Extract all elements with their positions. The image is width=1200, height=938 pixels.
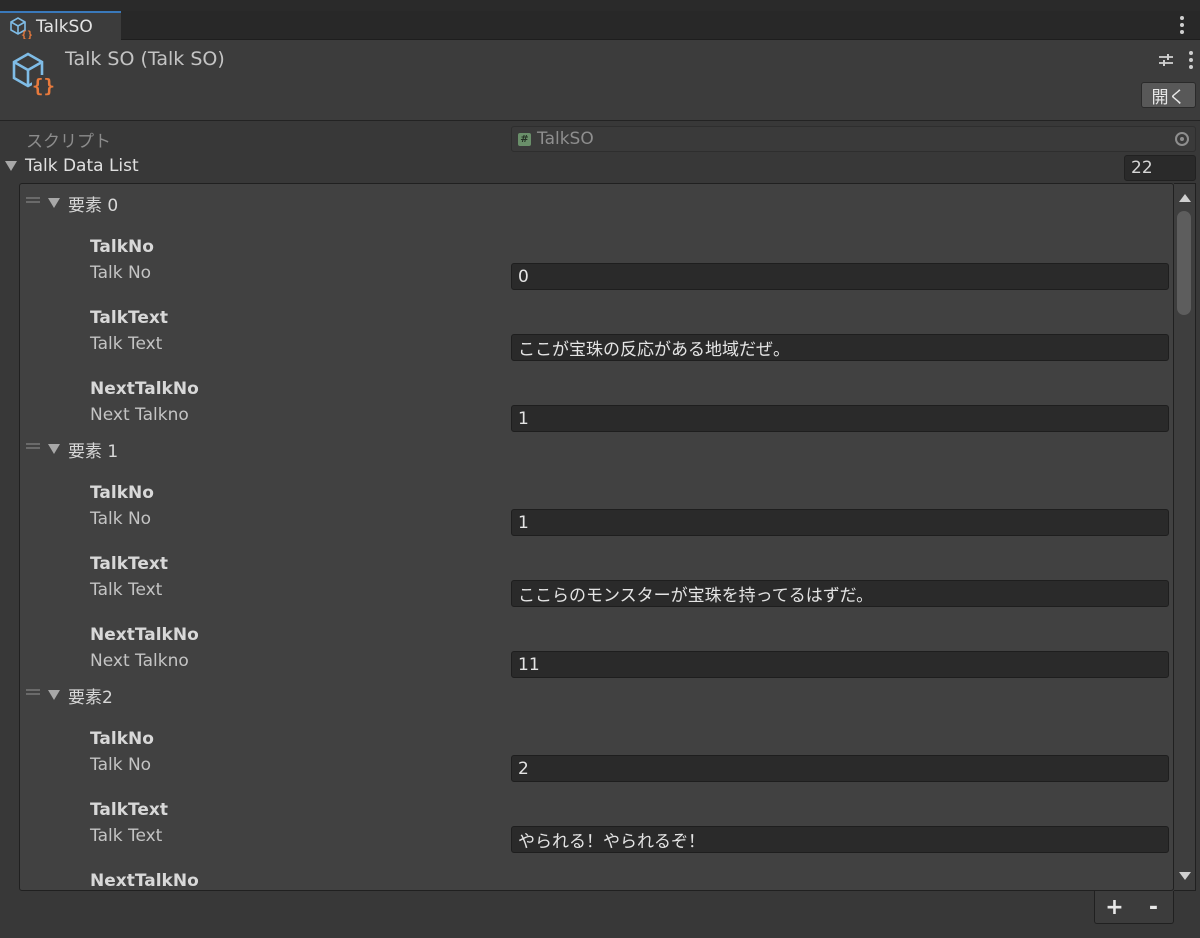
field-label: Talk Text: [90, 826, 163, 846]
csharp-script-icon: #: [518, 132, 531, 146]
drag-handle-icon[interactable]: [26, 197, 40, 203]
list-container: 要素 0 TalkNo Talk No 0 TalkText Talk Text…: [19, 183, 1174, 891]
inspector-header: {} Talk SO (Talk SO) 開く: [0, 40, 1200, 121]
script-label: スクリプト: [26, 132, 111, 152]
field-label: Talk No: [90, 509, 152, 529]
field-talktext: TalkText Talk Text ここらのモンスターが宝珠を持ってるはずだ。: [20, 554, 1173, 625]
field-talkno: TalkNo Talk No 0: [20, 237, 1173, 308]
header-menu-icon[interactable]: [1183, 50, 1199, 70]
field-label: Talk Text: [90, 334, 163, 354]
drag-handle-icon[interactable]: [26, 689, 40, 695]
drag-handle-icon[interactable]: [26, 443, 40, 449]
talk-no-input[interactable]: 0: [511, 263, 1169, 290]
talk-no-input[interactable]: 2: [511, 755, 1169, 782]
scroll-down-icon[interactable]: [1179, 872, 1191, 880]
field-header: TalkNo: [90, 483, 154, 503]
field-talkno: TalkNo Talk No 1: [20, 483, 1173, 554]
field-label: Talk No: [90, 755, 152, 775]
field-header: TalkNo: [90, 237, 154, 257]
talk-no-input[interactable]: 1: [511, 509, 1169, 536]
scriptable-object-icon: {}: [12, 52, 55, 96]
talk-text-input[interactable]: やられる！やられるぞ！: [511, 826, 1169, 853]
svg-text:{}: {}: [21, 30, 32, 39]
vertical-scrollbar[interactable]: [1174, 183, 1196, 891]
field-talkno: TalkNo Talk No 2: [20, 729, 1173, 800]
element-label: 要素2: [68, 688, 113, 708]
top-strip: [0, 0, 1200, 11]
field-header: TalkNo: [90, 729, 154, 749]
field-nexttalkno: NextTalkNo: [20, 871, 1173, 891]
field-header: TalkText: [90, 800, 168, 820]
open-button[interactable]: 開く: [1141, 82, 1196, 108]
list-label: Talk Data List: [25, 156, 139, 176]
element-foldout-icon[interactable]: [48, 198, 60, 208]
element-label: 要素 1: [68, 442, 119, 462]
element-foldout-icon[interactable]: [48, 444, 60, 454]
field-label: Talk No: [90, 263, 152, 283]
field-talktext: TalkText Talk Text やられる！やられるぞ！: [20, 800, 1173, 871]
list-element: 要素 1 TalkNo Talk No 1 TalkText Talk Text…: [20, 430, 1173, 678]
foldout-arrow-icon: [5, 161, 17, 171]
tab-bar: {} TalkSO: [0, 11, 1200, 40]
script-value: TalkSO: [537, 129, 594, 149]
scroll-up-icon[interactable]: [1179, 194, 1191, 202]
list-footer: + -: [1094, 891, 1174, 924]
talk-data-list-foldout[interactable]: Talk Data List: [5, 156, 139, 176]
list-size-field[interactable]: 22: [1124, 155, 1196, 181]
field-header: TalkText: [90, 308, 168, 328]
field-header: NextTalkNo: [90, 871, 199, 891]
script-field[interactable]: # TalkSO: [511, 126, 1196, 152]
element-label: 要素 0: [68, 196, 119, 216]
list-element: 要素 0 TalkNo Talk No 0 TalkText Talk Text…: [20, 184, 1173, 432]
talk-text-input[interactable]: ここらのモンスターが宝珠を持ってるはずだ。: [511, 580, 1169, 607]
field-header: NextTalkNo: [90, 379, 199, 399]
field-label: Next Talkno: [90, 405, 189, 425]
inspector-title: Talk SO (Talk SO): [65, 48, 225, 70]
next-talk-no-input[interactable]: 1: [511, 405, 1169, 432]
object-picker-icon[interactable]: [1175, 132, 1189, 146]
preset-settings-icon[interactable]: [1157, 51, 1175, 69]
talk-text-input[interactable]: ここが宝珠の反応がある地域だぜ。: [511, 334, 1169, 361]
field-talktext: TalkText Talk Text ここが宝珠の反応がある地域だぜ。: [20, 308, 1173, 379]
scroll-thumb[interactable]: [1177, 211, 1191, 315]
next-talk-no-input[interactable]: 11: [511, 651, 1169, 678]
svg-text:{}: {}: [32, 75, 55, 96]
field-header: TalkText: [90, 554, 168, 574]
field-header: NextTalkNo: [90, 625, 199, 645]
remove-element-button[interactable]: -: [1139, 895, 1169, 920]
element-foldout-icon[interactable]: [48, 690, 60, 700]
list-element: 要素2 TalkNo Talk No 2 TalkText Talk Text …: [20, 676, 1173, 891]
field-label: Talk Text: [90, 580, 163, 600]
tab-menu-icon[interactable]: [1174, 15, 1190, 35]
tab-talkso[interactable]: {} TalkSO: [0, 11, 121, 40]
scriptable-object-icon: {}: [10, 16, 32, 39]
add-element-button[interactable]: +: [1100, 895, 1130, 920]
tab-title: TalkSO: [36, 16, 93, 37]
field-label: Next Talkno: [90, 651, 189, 671]
